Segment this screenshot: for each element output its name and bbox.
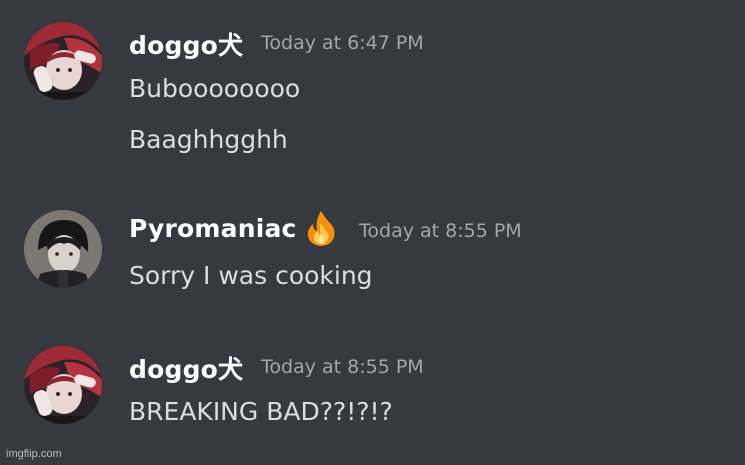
user-avatar[interactable] bbox=[24, 346, 102, 424]
timestamp: Today at 6:47 PM bbox=[261, 32, 424, 54]
message-text: BREAKING BAD??!?!? bbox=[129, 397, 393, 426]
watermark: imgflip.com bbox=[6, 448, 62, 460]
anime-avatar-red-hair-icon bbox=[24, 346, 102, 424]
timestamp: Today at 8:55 PM bbox=[261, 356, 424, 378]
username[interactable]: doggo犬 bbox=[129, 26, 243, 62]
user-avatar[interactable] bbox=[24, 210, 102, 288]
user-avatar[interactable] bbox=[24, 22, 102, 100]
fire-icon bbox=[307, 211, 335, 246]
message-text: Buboooooooo bbox=[129, 74, 301, 103]
message-text: Baaghhgghh bbox=[129, 125, 288, 154]
message-text: Sorry I was cooking bbox=[129, 261, 373, 290]
username[interactable]: Pyromaniac bbox=[129, 214, 297, 243]
username[interactable]: doggo犬 bbox=[129, 350, 243, 386]
anime-avatar-dark-hair-icon bbox=[24, 210, 102, 288]
anime-avatar-red-hair-icon bbox=[24, 22, 102, 100]
timestamp: Today at 8:55 PM bbox=[359, 220, 522, 242]
